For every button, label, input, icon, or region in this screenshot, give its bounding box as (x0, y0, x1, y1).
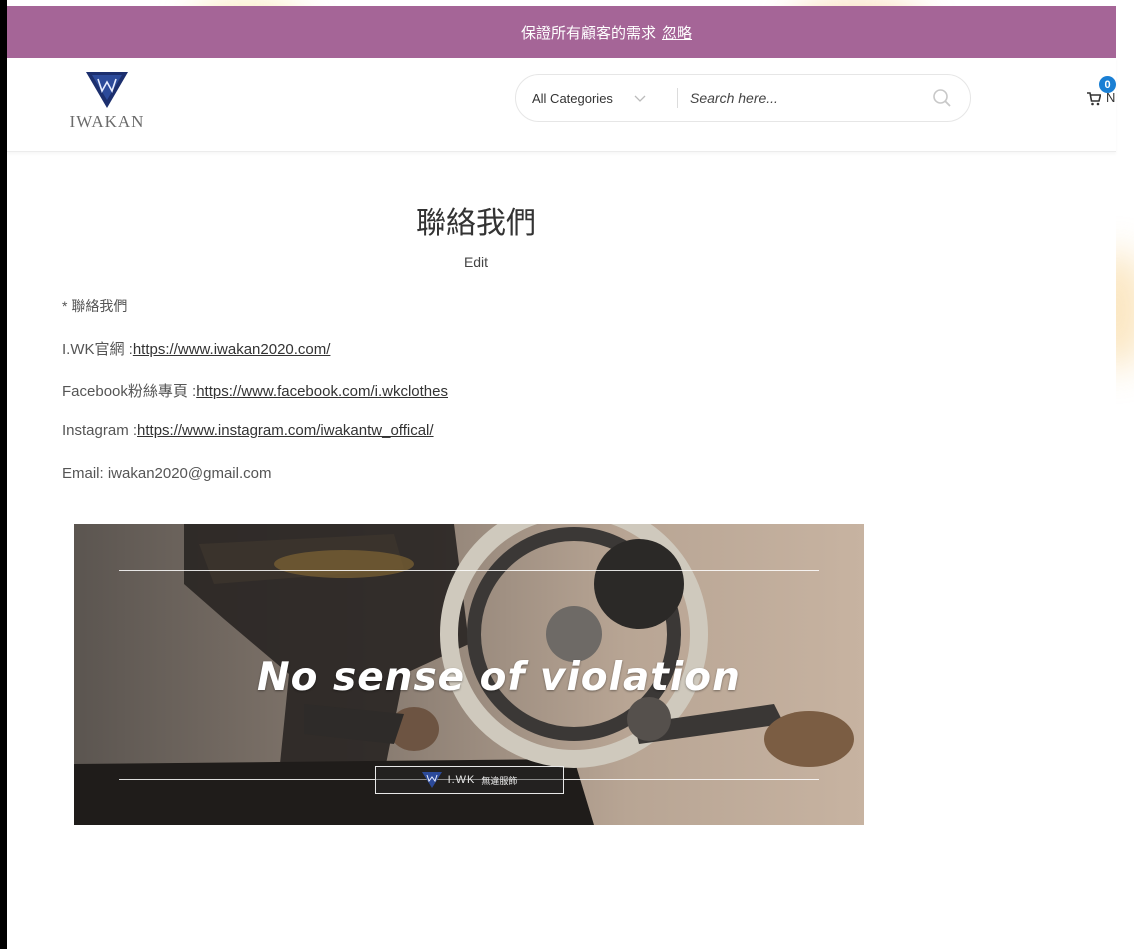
banner-brand-text: I.WK (447, 774, 476, 786)
site-link[interactable]: https://www.iwakan2020.com/ (133, 341, 331, 358)
edit-link[interactable]: Edit (7, 254, 945, 270)
site-header: IWAKAN All Categories Search here... 0 N (7, 58, 1116, 152)
contact-email: Email: iwakan2020@gmail.com (62, 465, 272, 482)
logo-triangle-icon (86, 72, 128, 108)
brand-triangle-icon (421, 772, 442, 788)
page: 保證所有顧客的需求 忽略 IWAKAN All Categories Searc… (7, 6, 1116, 949)
search-icon (933, 89, 951, 107)
store-notice-bar: 保證所有顧客的需求 忽略 (7, 6, 1116, 58)
search-button[interactable] (930, 86, 954, 110)
facebook-link[interactable]: https://www.facebook.com/i.wkclothes (196, 383, 448, 400)
chevron-down-icon (634, 95, 646, 102)
contact-site-row: I.WK官網 :https://www.iwakan2020.com/ (62, 338, 330, 359)
search-input[interactable] (690, 90, 930, 106)
contact-instagram-row: Instagram :https://www.instagram.com/iwa… (62, 422, 434, 439)
notice-dismiss-link[interactable]: 忽略 (662, 22, 692, 43)
contact-facebook-row: Facebook粉絲專頁 :https://www.facebook.com/i… (62, 380, 448, 401)
search-divider (677, 88, 678, 108)
brand-banner-image: No sense of violation I.WK 無違服飾 (74, 524, 864, 825)
banner-rule-top (119, 570, 819, 571)
logo-wordmark: IWAKAN (69, 112, 145, 131)
facebook-label: Facebook粉絲專頁 : (62, 383, 197, 400)
cart-icon (1087, 92, 1101, 106)
banner-brand-box: I.WK 無違服飾 (375, 766, 564, 794)
page-title: 聯絡我們 (416, 206, 536, 241)
notice-message: 保證所有顧客的需求 (520, 24, 656, 42)
banner-headline: No sense of violation (257, 655, 741, 700)
category-select-value: All Categories (532, 90, 613, 106)
site-logo[interactable]: IWAKAN (57, 72, 157, 138)
category-select[interactable]: All Categories (532, 91, 647, 106)
contact-intro: * 聯絡我們 (62, 298, 128, 314)
instagram-label: Instagram : (62, 422, 138, 439)
window-edge (0, 0, 7, 949)
cart-label: N (1106, 90, 1116, 105)
instagram-link[interactable]: https://www.instagram.com/iwakantw_offic… (137, 422, 434, 439)
search-bar: All Categories (515, 74, 971, 122)
cart-button[interactable]: 0 N (1087, 76, 1116, 118)
site-label: I.WK官網 : (62, 341, 133, 358)
banner-brand-subtitle: 無違服飾 (481, 775, 518, 786)
